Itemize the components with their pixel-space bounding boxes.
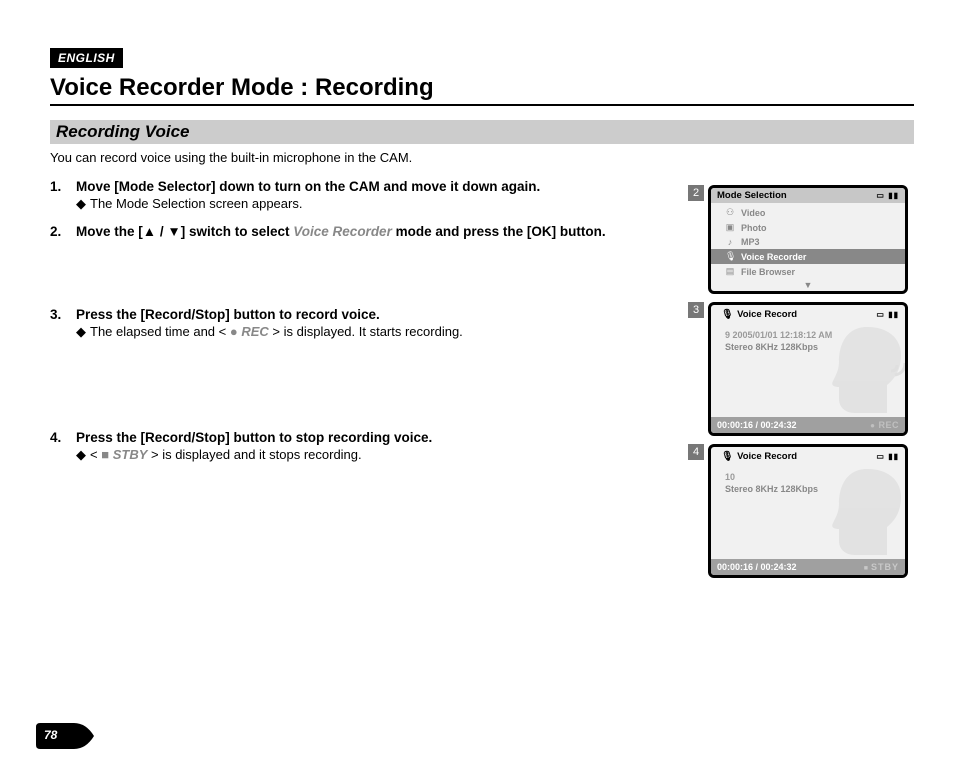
- record-dot-icon: ●: [230, 324, 238, 339]
- updown-arrows-icon: ▲ / ▼: [143, 224, 181, 239]
- step-text-fragment: ] switch to select: [181, 224, 294, 239]
- music-icon: ♪: [725, 237, 735, 247]
- status-icons: ▭ ▮▮: [876, 191, 899, 200]
- screenshot-3: 3 🎙Voice Record ▭ ▮▮ 9 2005/01/01 12:18:…: [688, 302, 914, 436]
- step-sub-fragment: > is displayed and it stops recording.: [147, 447, 361, 462]
- screenshot-tag: 2: [688, 185, 704, 201]
- menu-item-voice-recorder: 🎙 Voice Recorder: [711, 249, 905, 264]
- screenshot-tag: 3: [688, 302, 704, 318]
- mic-icon: 🎙: [721, 451, 733, 462]
- step-sub-fragment: The elapsed time and <: [90, 324, 230, 339]
- menu-item-mp3: ♪ MP3: [711, 235, 905, 249]
- more-down-icon: ▼: [711, 281, 905, 291]
- step-sub-fragment: > is displayed. It starts recording.: [269, 324, 463, 339]
- screenshot-tag: 4: [688, 444, 704, 460]
- section-subheading: Recording Voice: [50, 120, 914, 144]
- camera-icon: ▣: [725, 222, 735, 233]
- bullet-diamond-icon: ◆: [76, 196, 86, 211]
- bullet-diamond-icon: ◆: [76, 324, 86, 339]
- menu-label: Photo: [741, 223, 767, 233]
- step-main-text: Press the [Record/Stop] button to stop r…: [76, 430, 678, 445]
- mic-icon: 🎙: [725, 251, 735, 262]
- step-number: 3.: [50, 307, 76, 340]
- video-icon: ⚇: [725, 207, 735, 218]
- stop-square-icon: ■: [864, 565, 869, 572]
- manual-page: ENGLISH Voice Recorder Mode : Recording …: [0, 0, 954, 586]
- status-icons: ▭ ▮▮: [876, 310, 899, 319]
- menu-label: Voice Recorder: [741, 252, 806, 262]
- step-main-text: Move the [▲ / ▼] switch to select Voice …: [76, 224, 678, 239]
- intro-text: You can record voice using the built-in …: [50, 150, 914, 165]
- step-3: 3. Press the [Record/Stop] button to rec…: [50, 307, 678, 340]
- step-main-text: Press the [Record/Stop] button to record…: [76, 307, 678, 322]
- screenshot-column: 2 Mode Selection ▭ ▮▮ ⚇ Video ▣ Photo ♪ MP3…: [688, 179, 914, 586]
- menu-label: Video: [741, 208, 765, 218]
- voice-record-rec-screen: 🎙Voice Record ▭ ▮▮ 9 2005/01/01 12:18:12…: [708, 302, 908, 436]
- step-main-text: Move [Mode Selector] down to turn on the…: [76, 179, 678, 194]
- page-number-badge: 78: [36, 723, 94, 749]
- language-tag: ENGLISH: [50, 48, 123, 68]
- screen-title: Voice Record: [737, 451, 797, 462]
- stop-square-icon: ■: [101, 447, 109, 462]
- screenshot-4: 4 🎙Voice Record ▭ ▮▮ 10 Stereo 8KHz 128K…: [688, 444, 914, 578]
- record-dot-icon: ●: [870, 421, 875, 430]
- menu-item-video: ⚇ Video: [711, 205, 905, 220]
- step-sub-text: ◆ The elapsed time and < ● REC > is displ…: [76, 324, 678, 340]
- menu-label: File Browser: [741, 267, 795, 277]
- menu-item-photo: ▣ Photo: [711, 220, 905, 235]
- head-silhouette-icon: [827, 325, 907, 415]
- menu-item-file-browser: ▤ File Browser: [711, 264, 905, 279]
- stby-label: STBY: [113, 447, 148, 462]
- stby-state: STBY: [871, 562, 899, 572]
- screen-title: Mode Selection: [717, 190, 787, 201]
- mic-icon: 🎙: [721, 309, 733, 320]
- step-number: 4.: [50, 430, 76, 463]
- bullet-diamond-icon: ◆: [76, 447, 86, 462]
- step-1: 1. Move [Mode Selector] down to turn on …: [50, 179, 678, 212]
- step-number: 1.: [50, 179, 76, 212]
- mode-name: Voice Recorder: [293, 224, 392, 239]
- elapsed-time: 00:00:16 / 00:24:32: [717, 562, 797, 572]
- voice-record-stby-screen: 🎙Voice Record ▭ ▮▮ 10 Stereo 8KHz 128Kbp…: [708, 444, 908, 578]
- screenshot-2: 2 Mode Selection ▭ ▮▮ ⚇ Video ▣ Photo ♪ MP3…: [688, 185, 914, 294]
- step-sub-text: ◆ The Mode Selection screen appears.: [76, 196, 678, 212]
- step-4: 4. Press the [Record/Stop] button to sto…: [50, 430, 678, 463]
- page-title: Voice Recorder Mode : Recording: [50, 74, 914, 106]
- screen-title: Voice Record: [737, 309, 797, 320]
- step-number: 2.: [50, 224, 76, 239]
- mode-selection-screen: Mode Selection ▭ ▮▮ ⚇ Video ▣ Photo ♪ MP3 🎙…: [708, 185, 908, 294]
- step-sub-text: ◆ < ■ STBY > is displayed and it stops re…: [76, 447, 678, 463]
- step-text-fragment: mode and press the [OK] button.: [392, 224, 606, 239]
- head-silhouette-icon: [827, 467, 907, 557]
- folder-icon: ▤: [725, 266, 735, 277]
- status-icons: ▭ ▮▮: [876, 452, 899, 461]
- step-sub-line: The Mode Selection screen appears.: [90, 196, 302, 211]
- step-text-fragment: Move the [: [76, 224, 143, 239]
- elapsed-time: 00:00:16 / 00:24:32: [717, 420, 797, 430]
- menu-label: MP3: [741, 237, 760, 247]
- page-number: 78: [44, 728, 57, 742]
- step-2: 2. Move the [▲ / ▼] switch to select Voi…: [50, 224, 678, 239]
- rec-label: REC: [241, 324, 268, 339]
- instruction-list: 1. Move [Mode Selector] down to turn on …: [50, 179, 688, 475]
- step-sub-fragment: <: [90, 447, 101, 462]
- rec-state: REC: [878, 420, 899, 430]
